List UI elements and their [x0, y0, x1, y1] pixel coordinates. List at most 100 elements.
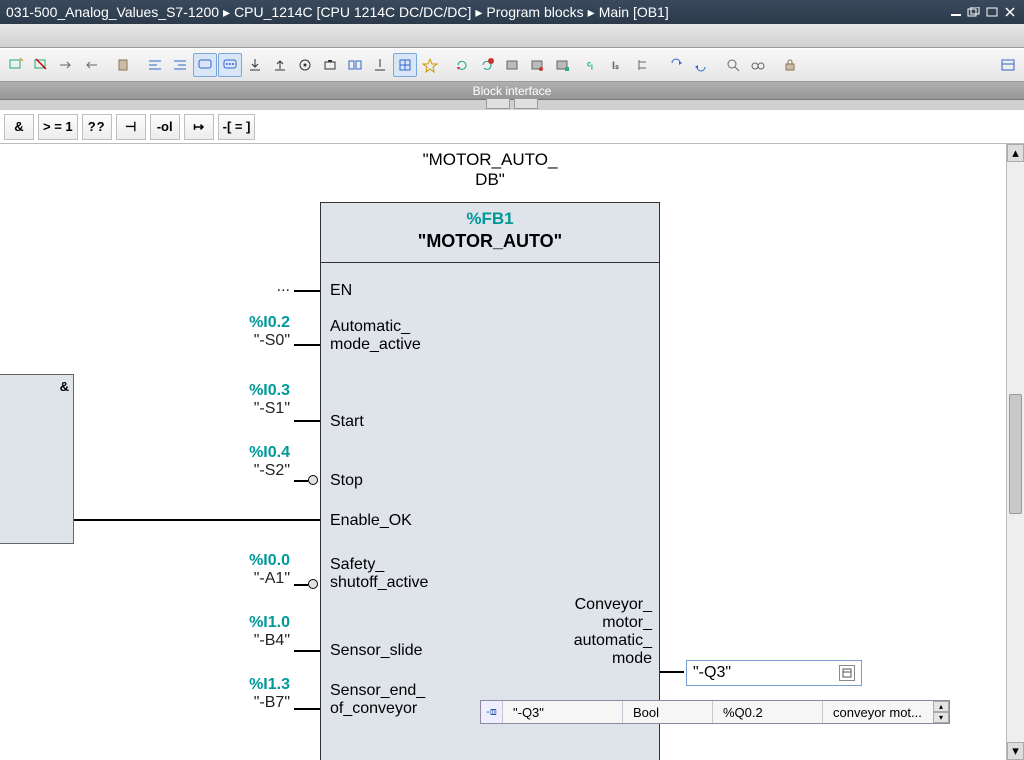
toolbar-go-back-icon[interactable]	[79, 53, 103, 77]
restore-button[interactable]	[966, 5, 982, 19]
toolbar-call-env-icon[interactable]: ᶜᵢ	[582, 53, 606, 77]
toolbar-comments-icon[interactable]	[193, 53, 217, 77]
toolbar-glasses-icon[interactable]	[746, 53, 770, 77]
sig-safety-addr: %I0.0	[200, 552, 290, 570]
sig-stop-tag[interactable]: "-S2"	[200, 462, 290, 480]
svg-text:Iₛ: Iₛ	[612, 60, 619, 72]
toolbar-show-tags-icon[interactable]	[218, 53, 242, 77]
toolbar-search-icon[interactable]	[721, 53, 745, 77]
pin-stop: Stop	[330, 472, 363, 490]
sig-start-tag[interactable]: "-S1"	[200, 400, 290, 418]
toolbar-paste-icon[interactable]	[111, 53, 135, 77]
pin-sensor-slide: Sensor_slide	[330, 642, 423, 660]
toolbar-sync1-icon[interactable]	[664, 53, 688, 77]
negation-icon[interactable]	[308, 475, 318, 485]
wire	[294, 650, 320, 652]
close-button[interactable]	[1002, 5, 1018, 19]
toolbar-monitor-icon[interactable]	[293, 53, 317, 77]
toolbar-grid-icon[interactable]	[393, 53, 417, 77]
negation-icon[interactable]	[308, 579, 318, 589]
sig-end-addr: %I1.3	[200, 676, 290, 694]
pin-sensor-end: Sensor_end_ of_conveyor	[330, 682, 425, 718]
minimize-button[interactable]	[948, 5, 964, 19]
toolbar-sync2-icon[interactable]	[689, 53, 713, 77]
sig-end-tag[interactable]: "-B7"	[200, 694, 290, 712]
sig-safety-tag[interactable]: "-A1"	[200, 570, 290, 588]
sub-header	[0, 24, 1024, 48]
breadcrumb-0[interactable]: 031-500_Analog_Values_S7-1200	[6, 4, 219, 20]
splitter-grip[interactable]	[514, 99, 538, 109]
toolbar-upload-icon[interactable]	[268, 53, 292, 77]
breadcrumb-2[interactable]: Program blocks	[486, 4, 583, 20]
sig-start-addr: %I0.3	[200, 382, 290, 400]
wire	[294, 344, 320, 346]
toolbar-device3-icon[interactable]	[550, 53, 574, 77]
breadcrumb-sep: ▸	[223, 4, 230, 21]
fbd-branch-button[interactable]: -ol	[150, 114, 180, 140]
breadcrumb-sep: ▸	[588, 4, 595, 21]
toolbar-compare-icon[interactable]	[343, 53, 367, 77]
scroll-thumb[interactable]	[1009, 394, 1022, 514]
tooltip-type: Bool	[623, 701, 713, 723]
pin-start: Start	[330, 413, 364, 431]
splitter-grip[interactable]	[486, 99, 510, 109]
sig-en-tag[interactable]: ...	[200, 278, 290, 296]
toolbar-refresh-icon[interactable]	[450, 53, 474, 77]
maximize-button[interactable]	[984, 5, 1000, 19]
toolbar-align-right-icon[interactable]	[168, 53, 192, 77]
block-interface-splitter[interactable]: Block interface	[0, 82, 1024, 100]
fbd-element-toolbar: & > = 1 ?? ⊣ -ol ↦ -[ = ]	[0, 110, 1024, 144]
fbd-assign-button[interactable]: ↦	[184, 114, 214, 140]
and-symbol: &	[60, 379, 69, 394]
upstream-and-block[interactable]: &	[0, 374, 74, 544]
breadcrumb-1[interactable]: CPU_1214C [CPU 1214C DC/DC/DC]	[234, 4, 471, 20]
fb-call-box[interactable]: %FB1 "MOTOR_AUTO"	[320, 202, 660, 760]
titlebar: 031-500_Analog_Values_S7-1200 ▸ CPU_1214…	[0, 0, 1024, 24]
pin-safety: Safety_ shutoff_active	[330, 556, 428, 592]
fb-address: %FB1	[325, 209, 655, 229]
toolbar-stop-refresh-icon[interactable]	[475, 53, 499, 77]
sig-auto-tag[interactable]: "-S0"	[200, 332, 290, 350]
toolbar-favorites-icon[interactable]	[418, 53, 442, 77]
vertical-scrollbar[interactable]: ▴ ▾	[1006, 144, 1024, 760]
scroll-up-icon[interactable]: ▴	[1007, 144, 1024, 162]
pin-enable-ok: Enable_OK	[330, 512, 412, 530]
tooltip-comment: conveyor mot...	[823, 701, 933, 723]
toolbar-go-to-icon[interactable]	[54, 53, 78, 77]
sig-stop-addr: %I0.4	[200, 444, 290, 462]
block-interface-label: Block interface	[473, 84, 552, 98]
fbd-coil-button[interactable]: -[ = ]	[218, 114, 256, 140]
toolbar-device2-icon[interactable]	[525, 53, 549, 77]
fbd-and-button[interactable]: &	[4, 114, 34, 140]
fbd-empty-box-button[interactable]: ??	[82, 114, 112, 140]
scroll-down-icon[interactable]: ▾	[1007, 742, 1024, 760]
toolbar-call-struct-icon[interactable]: Iₛ	[607, 53, 631, 77]
toolbar-align-left-icon[interactable]	[143, 53, 167, 77]
fbd-or-button[interactable]: > = 1	[38, 114, 78, 140]
pin-en: EN	[330, 282, 352, 300]
wire	[294, 708, 320, 710]
fbd-not-button[interactable]: ⊣	[116, 114, 146, 140]
tooltip-scroll[interactable]: ▴▾	[933, 701, 949, 723]
toolbar-lock-icon[interactable]	[778, 53, 802, 77]
dropdown-icon[interactable]	[839, 665, 855, 681]
toolbar-download-icon[interactable]	[243, 53, 267, 77]
toolbar-snapshot-icon[interactable]	[318, 53, 342, 77]
toolbar-delete-network-icon[interactable]	[29, 53, 53, 77]
toolbar-device-icon[interactable]	[500, 53, 524, 77]
toolbar-hierarchy-icon[interactable]	[632, 53, 656, 77]
toolbar-props-icon[interactable]	[996, 53, 1020, 77]
fbd-canvas[interactable]: "MOTOR_AUTO_ DB" %FB1 "MOTOR_AUTO" EN Au…	[0, 144, 1024, 760]
sig-slide-addr: %I1.0	[200, 614, 290, 632]
sig-slide-tag[interactable]: "-B4"	[200, 632, 290, 650]
wire	[660, 671, 684, 673]
output-tag-input[interactable]: "-Q3"	[686, 660, 862, 686]
editor-toolbar: ᶜᵢ Iₛ	[0, 48, 1024, 82]
tag-tooltip[interactable]: -⧈ "-Q3" Bool %Q0.2 conveyor mot... ▴▾	[480, 700, 950, 724]
toolbar-download-all-icon[interactable]	[368, 53, 392, 77]
wire	[294, 584, 308, 586]
toolbar-insert-network-icon[interactable]	[4, 53, 28, 77]
breadcrumb-3[interactable]: Main [OB1]	[599, 4, 669, 20]
wire	[294, 480, 308, 482]
svg-text:ᶜᵢ: ᶜᵢ	[587, 60, 593, 72]
